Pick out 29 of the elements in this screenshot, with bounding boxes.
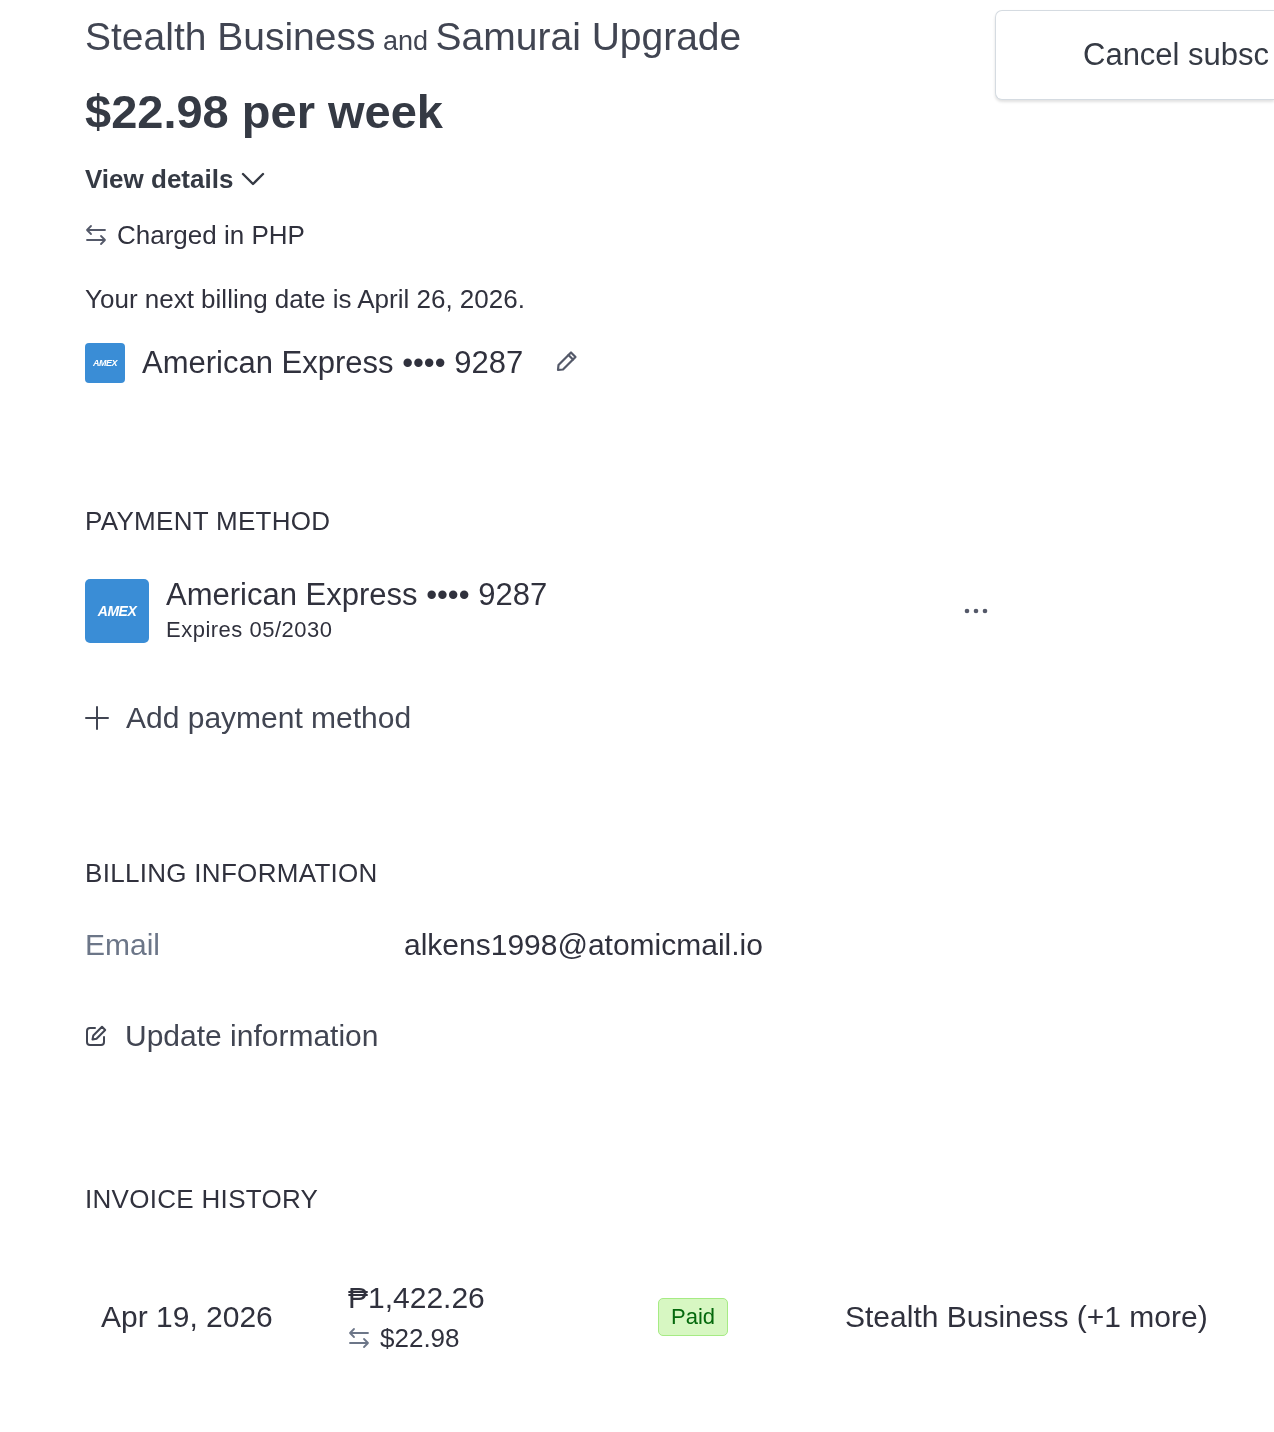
invoice-amount: ₱1,422.26 [348,1280,486,1316]
card-logo-icon: AMEX [85,343,125,383]
currency-note: Charged in PHP [117,219,305,252]
invoice-date: Apr 19, 2026 [101,1299,274,1335]
update-information-button[interactable]: Update information [85,1018,379,1054]
invoice-description: Stealth Business (+1 more) [845,1299,1208,1335]
card-label: American Express •••• 9287 [166,577,548,613]
field-value: alkens1998@atomicmail.io [404,927,763,963]
converted-amount: $22.98 [380,1322,460,1354]
card-expiry: Expires 05/2030 [166,616,334,644]
section-heading: PAYMENT METHOD [85,505,332,537]
plus-icon [85,706,109,730]
add-payment-method-button[interactable]: Add payment method [85,700,412,736]
edit-icon [85,1025,107,1047]
swap-arrows-icon [348,1327,370,1349]
cancel-subscription-button[interactable]: Cancel subsc [995,10,1274,100]
subscription-title: Stealth Business and Samurai Upgrade [85,14,742,60]
next-billing-text: Your next billing date is April 26, 2026. [85,283,525,316]
view-details-button[interactable]: View details [85,162,266,196]
card-label: American Express •••• 9287 [142,344,524,382]
pencil-icon[interactable] [556,350,579,372]
field-label: Email [85,927,161,963]
swap-arrows-icon [85,224,107,246]
section-heading: INVOICE HISTORY [85,1183,320,1215]
card-logo-icon: AMEX [85,578,149,643]
section-heading: BILLING INFORMATION [85,857,379,889]
ellipsis-icon[interactable] [964,607,988,614]
status-badge: Paid [658,1298,729,1336]
subscription-price: $22.98 per week [85,84,443,140]
